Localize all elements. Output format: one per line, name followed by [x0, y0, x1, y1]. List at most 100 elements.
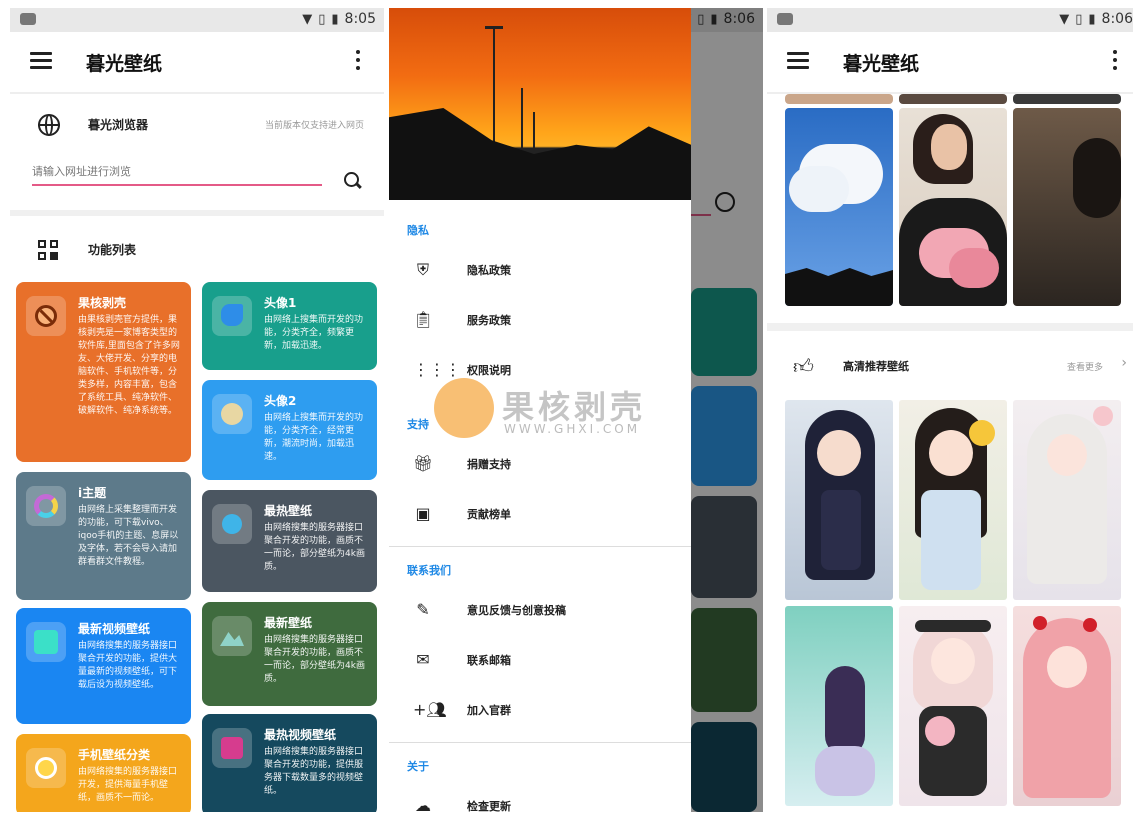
sim-icon: ▯ — [1075, 11, 1083, 27]
view-more-link[interactable]: 查看更多 — [1067, 360, 1103, 373]
shield-icon: ⛨ — [416, 260, 429, 279]
sim-icon: ▯ — [318, 11, 326, 27]
mountain-silhouette — [389, 108, 691, 200]
card-new-wallpaper[interactable]: 最新壁纸 由网络搜集的服务器接口聚合开发的功能，画质不一而论，部分壁纸为4k画质… — [202, 602, 377, 706]
card-avatar-2[interactable]: 头像2 由网络上搜集而开发的功能，分类齐全，经常更新，潮流时尚，加载迅速。 — [202, 380, 377, 480]
app-bar: 暮光壁纸 — [10, 32, 384, 94]
function-list-header: 功能列表 — [10, 222, 384, 278]
gift-icon: 🎁︎ — [413, 454, 434, 473]
card-title: 头像2 — [264, 394, 297, 408]
drawer-item-contributors[interactable]: ▣ 贡献榜单 — [389, 494, 691, 534]
drawer-divider — [389, 742, 691, 743]
status-bar: ▼ ▯ ▮ 8:06 — [767, 8, 1133, 32]
card-avatar-1[interactable]: 头像1 由网络上搜集而开发的功能，分类齐全，频繁更新，加载迅速。 — [202, 282, 377, 370]
card-desc: 由网络搜集的服务器接口聚合开发的功能，画质不一而论，部分壁纸为4k画质。 — [264, 635, 365, 685]
drawer-item-label: 联系邮箱 — [467, 654, 511, 667]
battery-icon: ▮ — [331, 11, 339, 27]
landscape-icon — [212, 616, 252, 656]
browser-note: 当前版本仅支持进入网页 — [264, 121, 364, 131]
wallpaper-thumb-anime[interactable] — [785, 606, 893, 806]
orange-slice-icon — [26, 748, 66, 788]
wallpaper-thumb-portrait[interactable] — [1013, 108, 1121, 306]
drawer-item-label: 服务政策 — [467, 314, 511, 327]
badge-icon: ▣ — [415, 504, 431, 523]
lamp-pole — [521, 88, 523, 158]
menu-icon[interactable] — [787, 52, 809, 70]
card-title: 最新壁纸 — [264, 616, 313, 630]
menu-icon[interactable] — [30, 52, 52, 70]
drawer-item-service-policy[interactable]: 📋︎ 服务政策 — [389, 300, 691, 340]
phone-gallery-screen: ▼ ▯ ▮ 8:06 暮光壁纸 👍︎ 高清推荐壁纸 查看更多 › — [767, 8, 1133, 812]
card-title: 最新视频壁纸 — [78, 622, 151, 636]
search-icon[interactable] — [344, 172, 362, 190]
drawer-divider — [389, 546, 691, 547]
card-desc: 由网络搜集的服务器接口聚合开发的功能，画质不一而论，部分壁纸为4k画质。 — [264, 523, 365, 573]
browser-panel: 暮光浏览器 当前版本仅支持进入网页 — [10, 98, 384, 216]
card-title: 头像1 — [264, 296, 297, 310]
cloud-icon: ☁ — [415, 796, 431, 812]
section-privacy: 隐私 — [407, 224, 429, 237]
phone-drawer-screen: ▼ ▯ ▮ 8:06 隐私 ⛨ 隐私政 — [389, 8, 763, 812]
card-title: 果核剥壳 — [78, 296, 127, 310]
feedback-icon: ✎ — [416, 600, 430, 619]
wallpaper-thumb-anime[interactable] — [1013, 606, 1121, 806]
watermark: 果核剥壳 WWW.GHXI.COM — [434, 378, 694, 444]
recommend-title: 高清推荐壁纸 — [843, 360, 909, 373]
card-desc: 由网络搜集的服务器接口聚合开发的功能，提供大量最新的视频壁纸，可下载后设为视频壁… — [78, 641, 178, 691]
wallpaper-thumb-anime[interactable] — [899, 606, 1007, 806]
drawer-item-donate[interactable]: 🎁︎ 捐赠支持 — [389, 444, 691, 484]
card-hot-video-wallpaper[interactable]: 最热视频壁纸 由网络搜集的服务器接口聚合开发的功能，提供服务器下载数量多的视频壁… — [202, 714, 377, 812]
function-list-title: 功能列表 — [88, 243, 137, 257]
wallpaper-thumb[interactable] — [899, 94, 1007, 104]
drawer-item-feedback[interactable]: ✎ 意见反馈与创意投稿 — [389, 590, 691, 630]
card-itheme[interactable]: i主题 由网络上采集整理而开发的功能，可下载vivo、iqoo手机的主题、息屏以… — [16, 472, 191, 600]
wallpaper-thumb[interactable] — [785, 94, 893, 104]
drawer-item-join-group[interactable]: +👥︎ 加入官群 — [389, 690, 691, 730]
card-new-video-wallpaper[interactable]: 最新视频壁纸 由网络搜集的服务器接口聚合开发的功能，提供大量最新的视频壁纸，可下… — [16, 608, 191, 724]
grid-icon: ⋮⋮⋮ — [413, 360, 461, 379]
wallpaper-thumb-cloud[interactable] — [785, 108, 893, 306]
card-wallpaper-category[interactable]: 手机壁纸分类 由网络搜集的服务器接口开发，提供海量手机壁纸，画质不一而论。 — [16, 734, 191, 812]
recommend-header: 👍︎ 高清推荐壁纸 查看更多 › — [767, 340, 1133, 398]
drawer-item-label: 加入官群 — [467, 704, 511, 717]
drawer-scrim[interactable] — [691, 8, 763, 812]
image-icon — [212, 504, 252, 544]
video-s-icon — [26, 622, 66, 662]
drawer-item-check-update[interactable]: ☁ 检查更新 — [389, 786, 691, 812]
wallpaper-thumb-anime[interactable] — [785, 400, 893, 600]
card-title: 最热视频壁纸 — [264, 728, 337, 742]
app-bar: 暮光壁纸 — [767, 32, 1133, 94]
status-time: 8:06 — [1101, 11, 1133, 27]
more-options-icon[interactable] — [1113, 50, 1117, 70]
more-options-icon[interactable] — [356, 50, 360, 70]
section-separator — [767, 323, 1133, 331]
card-title: 手机壁纸分类 — [78, 748, 151, 762]
drawer-item-label: 隐私政策 — [467, 264, 511, 277]
block-icon — [26, 296, 66, 336]
watermark-logo — [434, 378, 494, 438]
notification-icon — [20, 13, 36, 25]
wallpaper-thumb-anime[interactable] — [1013, 400, 1121, 600]
section-contact: 联系我们 — [407, 564, 451, 577]
section-support: 支持 — [407, 418, 429, 431]
status-bar: ▼ ▯ ▮ 8:05 — [10, 8, 384, 32]
drawer-item-privacy-policy[interactable]: ⛨ 隐私政策 — [389, 250, 691, 290]
drawer-header-image — [389, 8, 691, 200]
chevron-right-icon[interactable]: › — [1121, 355, 1127, 371]
app-title: 暮光壁纸 — [843, 53, 920, 75]
card-guohe[interactable]: 果核剥壳 由果核剥壳官方提供，果核剥壳是一家博客类型的软件库,里面包含了许多网友… — [16, 282, 191, 462]
wallpaper-thumb[interactable] — [1013, 94, 1121, 104]
clipboard-icon: 📋︎ — [413, 310, 434, 329]
moon-icon — [212, 394, 252, 434]
play-video-icon — [212, 728, 252, 768]
url-input[interactable] — [32, 158, 322, 186]
card-title: 最热壁纸 — [264, 504, 313, 518]
phone-home-screen: ▼ ▯ ▮ 8:05 暮光壁纸 暮光浏览器 当前版本仅支持进入网页 功能列表 — [10, 8, 384, 812]
wallpaper-thumb-anime[interactable] — [899, 400, 1007, 600]
section-about: 关于 — [407, 760, 429, 773]
card-hot-wallpaper[interactable]: 最热壁纸 由网络搜集的服务器接口聚合开发的功能，画质不一而论，部分壁纸为4k画质… — [202, 490, 377, 592]
status-time: 8:05 — [344, 11, 376, 27]
drawer-item-email[interactable]: ✉ 联系邮箱 — [389, 640, 691, 680]
wallpaper-thumb-woman-flowers[interactable] — [899, 108, 1007, 306]
group-add-icon: +👥︎ — [413, 700, 447, 719]
